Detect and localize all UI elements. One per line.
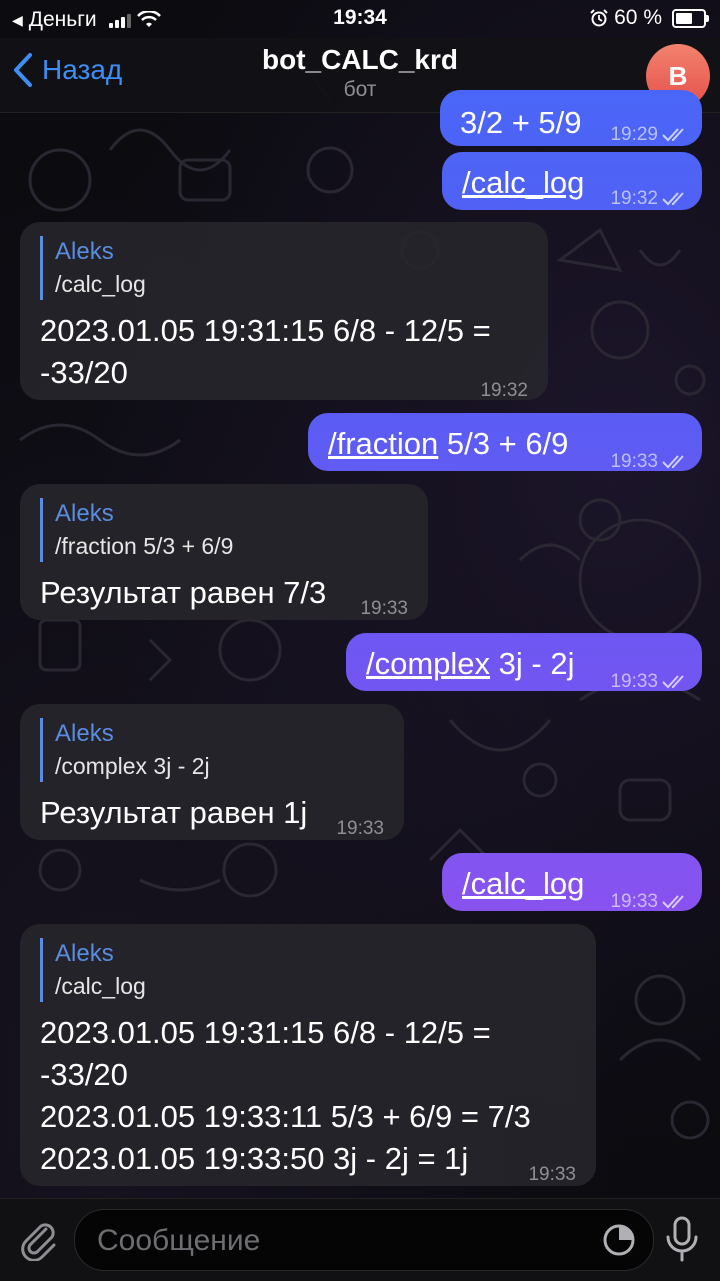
message-line: -33/20 — [40, 355, 128, 390]
quote-text: /calc_log — [55, 271, 146, 297]
quote-text: /fraction 5/3 + 6/9 — [55, 533, 234, 559]
message-field[interactable] — [74, 1209, 654, 1271]
read-checkmarks-icon — [662, 454, 684, 468]
command-link[interactable]: /calc_log — [462, 863, 584, 904]
message-line: 2023.01.05 19:33:11 5/3 + 6/9 = 7/3 — [40, 1099, 531, 1134]
message-line: 2023.01.05 19:31:15 6/8 - 12/5 = — [40, 313, 491, 348]
quote-author: Aleks — [55, 720, 114, 747]
message-time: 19:32 — [610, 188, 658, 209]
message-time: 19:33 — [610, 891, 658, 912]
status-bar: ◀ Деньги 19:34 60 % — [0, 0, 720, 38]
read-checkmarks-icon — [662, 674, 684, 688]
chat-title[interactable]: bot_CALC_krd — [0, 44, 720, 76]
status-right: 60 % — [590, 6, 709, 30]
message-text: /complex 3j - 2j — [366, 643, 574, 684]
message-bubble-outgoing[interactable]: 3/2 + 5/9 19:29 — [440, 90, 702, 146]
reply-quote[interactable]: Aleks /calc_log — [40, 938, 146, 1002]
battery-icon — [672, 8, 709, 28]
message-time: 19:32 — [480, 380, 528, 401]
message-text: 3/2 + 5/9 — [460, 105, 582, 140]
message-line: -33/20 — [40, 1057, 128, 1092]
message-meta: 19:33 — [610, 661, 688, 702]
message-time: 19:33 — [528, 1164, 576, 1185]
message-line: Результат равен 7/3 — [40, 575, 327, 610]
message-bubble-incoming[interactable]: Aleks /complex 3j - 2j Результат равен 1… — [20, 704, 404, 840]
message-time: 19:29 — [610, 124, 658, 145]
message-bubble-outgoing[interactable]: /calc_log 19:33 — [442, 853, 702, 912]
message-time: 19:33 — [610, 451, 658, 472]
message-meta: 19:33 — [336, 808, 384, 849]
message-time: 19:33 — [360, 598, 408, 619]
message-time: 19:33 — [610, 671, 658, 692]
quote-text: /complex 3j - 2j — [55, 753, 210, 779]
quote-author: Aleks — [55, 500, 114, 527]
command-args: 3j - 2j — [490, 646, 575, 681]
command-args: 5/3 + 6/9 — [438, 426, 569, 461]
message-input-bar — [0, 1198, 720, 1281]
message-line: Результат равен 1j — [40, 795, 308, 830]
message-time: 19:33 — [336, 818, 384, 839]
quote-author: Aleks — [55, 238, 114, 265]
message-bubble-incoming[interactable]: Aleks /fraction 5/3 + 6/9 Результат раве… — [20, 484, 428, 620]
attach-icon[interactable] — [16, 1217, 60, 1261]
message-line: 2023.01.05 19:31:15 6/8 - 12/5 = — [40, 1015, 491, 1050]
reply-quote[interactable]: Aleks /complex 3j - 2j — [40, 718, 210, 782]
message-meta: 19:33 — [610, 441, 688, 482]
message-meta: 19:33 — [610, 881, 688, 922]
message-meta: 19:32 — [610, 178, 688, 219]
message-line: 2023.01.05 19:33:50 3j - 2j = 1j — [40, 1141, 469, 1176]
message-bubble-incoming[interactable]: Aleks /calc_log 2023.01.05 19:31:15 6/8 … — [20, 924, 596, 1186]
message-meta: 19:33 — [528, 1154, 576, 1195]
reply-quote[interactable]: Aleks /fraction 5/3 + 6/9 — [40, 498, 233, 562]
quote-text: /calc_log — [55, 973, 146, 999]
message-meta: 19:33 — [360, 588, 408, 629]
command-link[interactable]: /fraction — [328, 426, 438, 461]
command-link[interactable]: /calc_log — [462, 162, 584, 203]
read-checkmarks-icon — [662, 191, 684, 205]
microphone-icon[interactable] — [662, 1215, 702, 1263]
message-meta: 19:29 — [610, 114, 688, 155]
message-bubble-incoming[interactable]: Aleks /calc_log 2023.01.05 19:31:15 6/8 … — [20, 222, 548, 401]
message-bubble-outgoing[interactable]: /fraction 5/3 + 6/9 19:33 — [308, 413, 702, 472]
message-meta: 19:32 — [480, 370, 528, 411]
reply-quote[interactable]: Aleks /calc_log — [40, 236, 146, 300]
alarm-icon — [590, 9, 608, 27]
sticker-icon[interactable] — [601, 1222, 637, 1258]
read-checkmarks-icon — [662, 894, 684, 908]
command-link[interactable]: /complex — [366, 646, 490, 681]
message-bubble-outgoing[interactable]: /complex 3j - 2j 19:33 — [346, 633, 702, 692]
quote-author: Aleks — [55, 940, 114, 967]
battery-percent: 60 % — [614, 6, 662, 29]
message-bubble-outgoing[interactable]: /calc_log 19:32 — [442, 152, 702, 210]
read-checkmarks-icon — [662, 127, 684, 141]
message-input[interactable] — [95, 1220, 579, 1262]
message-text: /fraction 5/3 + 6/9 — [328, 423, 568, 464]
